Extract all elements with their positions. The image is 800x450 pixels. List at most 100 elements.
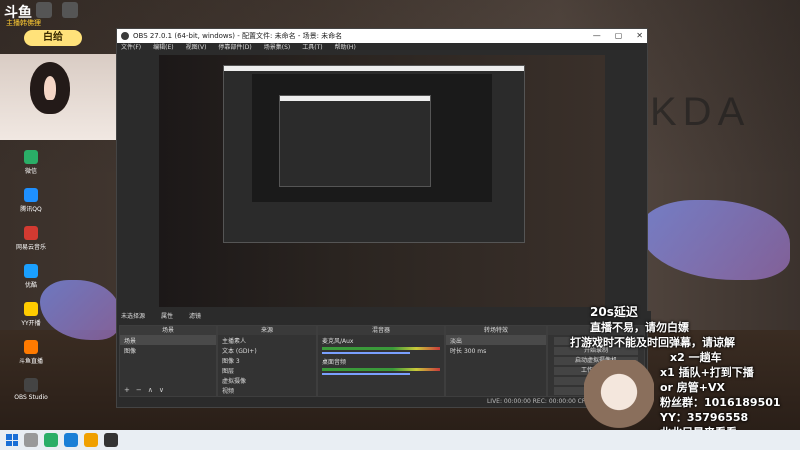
no-source-label: 未选择源 [121, 313, 146, 320]
menu-docks[interactable]: 停靠部件(D) [218, 43, 251, 53]
nested-titlebar [280, 96, 430, 101]
menu-bar: 文件(F) 编辑(E) 视图(V) 停靠部件(D) 场景集(S) 工具(T) 帮… [117, 43, 647, 53]
audio-meter [322, 347, 440, 350]
scene-item[interactable]: 场景 [120, 335, 216, 345]
obs-preview[interactable] [159, 55, 605, 307]
menu-view[interactable]: 视图(V) [186, 43, 207, 53]
nested-obs-preview-2 [279, 95, 431, 187]
yy-icon [24, 302, 38, 316]
wechat-icon[interactable] [44, 433, 58, 447]
desktop-icon-yy[interactable]: YY开播 [6, 302, 56, 334]
source-toolbar: 未选择源 属性 滤镜 [117, 311, 651, 323]
app-icon[interactable] [36, 2, 52, 18]
mixer-dock: 混音器 麦克风/Aux 桌面音频 [317, 325, 445, 397]
menu-file[interactable]: 文件(F) [121, 43, 141, 53]
overlay-line: 直播不易，请勿白嫖 [590, 321, 689, 334]
window-controls: — ▢ ✕ [593, 29, 643, 43]
menu-tools[interactable]: 工具(T) [302, 43, 322, 53]
desktop-icon-douyu[interactable]: 斗鱼直播 [6, 340, 56, 372]
mixer-channel-name: 麦克风/Aux [322, 338, 354, 345]
wechat-icon [24, 150, 38, 164]
desktop-icon-label: 网易云音乐 [15, 244, 46, 251]
sources-header: 来源 [218, 326, 316, 335]
menu-help[interactable]: 帮助(H) [335, 43, 356, 53]
search-icon[interactable] [24, 433, 38, 447]
overlay-line: 打游戏时不能及时回弹幕，请谅解 [570, 336, 735, 349]
move-down-icon[interactable]: ∨ [159, 386, 164, 394]
menu-edit[interactable]: 编辑(E) [153, 43, 173, 53]
menu-scene-collection[interactable]: 场景集(S) [264, 43, 291, 53]
transitions-dock: 转场特效 淡出 时长 300 ms [445, 325, 547, 397]
scenes-footer: + − ∧ ∨ [124, 386, 164, 394]
desktop-icon-obs[interactable]: OBS Studio [6, 378, 56, 410]
desktop-icon-wechat[interactable]: 微信 [6, 150, 56, 182]
nested-titlebar [224, 66, 524, 71]
audio-meter [322, 368, 440, 371]
duration-row: 时长 300 ms [446, 345, 546, 355]
volume-slider[interactable] [322, 352, 411, 354]
desktop-top-icons [36, 2, 78, 18]
scene-item[interactable]: 图像 [120, 345, 216, 355]
browser-icon[interactable] [84, 433, 98, 447]
transitions-header: 转场特效 [446, 326, 546, 335]
overlay-line: YY：35796558 [660, 411, 749, 424]
obs-window: OBS 27.0.1 (64-bit, windows) - 配置文件: 未命名… [116, 28, 651, 408]
maximize-button[interactable]: ▢ [615, 29, 623, 43]
webcam-feed [0, 54, 116, 140]
sources-dock: 来源 主播素人 文本 (GDI+) 图像 3 图层 虚拟摄像 视频 [217, 325, 317, 397]
desktop-icons: 微信 腾讯QQ 网易云音乐 优酷 YY开播 斗鱼直播 OBS Studio [6, 150, 56, 416]
duration-label: 时长 [450, 348, 463, 355]
streamer-face [30, 62, 70, 114]
obs-icon[interactable] [104, 433, 118, 447]
overlay-line: x2 一趟车 [670, 351, 722, 364]
desktop-icon-music[interactable]: 网易云音乐 [6, 226, 56, 258]
obs-titlebar[interactable]: OBS 27.0.1 (64-bit, windows) - 配置文件: 未命名… [117, 29, 647, 43]
douyu-icon [24, 340, 38, 354]
source-item[interactable]: 文本 (GDI+) [218, 345, 316, 355]
desktop-icon-label: 微信 [24, 168, 37, 175]
scenes-header: 场景 [120, 326, 216, 335]
source-item[interactable]: 图层 [218, 365, 316, 375]
source-item[interactable]: 主播素人 [218, 335, 316, 345]
source-item[interactable]: 虚拟摄像 [218, 375, 316, 385]
app-icon[interactable] [62, 2, 78, 18]
desktop-icon-label: 腾讯QQ [20, 206, 42, 213]
desktop-icon-youku[interactable]: 优酷 [6, 264, 56, 296]
desktop-icon-qq[interactable]: 腾讯QQ [6, 188, 56, 220]
minimize-button[interactable]: — [593, 29, 601, 43]
music-icon [24, 226, 38, 240]
status-bar: LIVE: 00:00:00 REC: 00:00:00 CPU: 1.9%, … [117, 397, 647, 407]
mixer-channel-name: 桌面音频 [322, 359, 347, 366]
source-item[interactable]: 图像 3 [218, 355, 316, 365]
nameplate: 白给 [24, 30, 82, 46]
obs-app-icon [121, 32, 129, 40]
overlay-line: x1 插队+打到下播 [660, 366, 754, 379]
add-icon[interactable]: + [124, 386, 130, 394]
overlay-line: 粉丝群：1016189501 [660, 396, 781, 409]
move-up-icon[interactable]: ∧ [148, 386, 153, 394]
close-button[interactable]: ✕ [636, 29, 643, 43]
streamer-label: 主播韩佛狸 [6, 19, 41, 27]
desktop-icon-label: 优酷 [24, 282, 37, 289]
brand-wall-text: KDA [650, 90, 751, 134]
desktop-icon-label: OBS Studio [14, 394, 48, 401]
source-item[interactable]: 视频 [218, 385, 316, 395]
edge-icon[interactable] [64, 433, 78, 447]
mixer-header: 混音器 [318, 326, 444, 335]
filters-button[interactable]: 滤镜 [189, 311, 201, 323]
qq-icon [24, 188, 38, 202]
crystal-decoration [640, 200, 790, 280]
anime-avatar [584, 360, 654, 440]
delay-notice: 20s延迟 [590, 305, 638, 319]
scenes-dock: 场景 场景 图像 + − ∧ ∨ [119, 325, 217, 397]
duration-input[interactable]: 300 ms [464, 348, 486, 355]
start-icon[interactable] [6, 434, 18, 446]
taskbar [0, 430, 800, 450]
transition-select[interactable]: 淡出 [446, 335, 546, 345]
properties-button[interactable]: 属性 [161, 311, 173, 323]
remove-icon[interactable]: − [136, 386, 142, 394]
desktop-icon-label: YY开播 [21, 320, 41, 327]
volume-slider[interactable] [322, 373, 411, 375]
overlay-line: or 房管+VX [660, 381, 726, 394]
streamer-badge: 斗鱼 主播韩佛狸 白给 [0, 0, 110, 52]
